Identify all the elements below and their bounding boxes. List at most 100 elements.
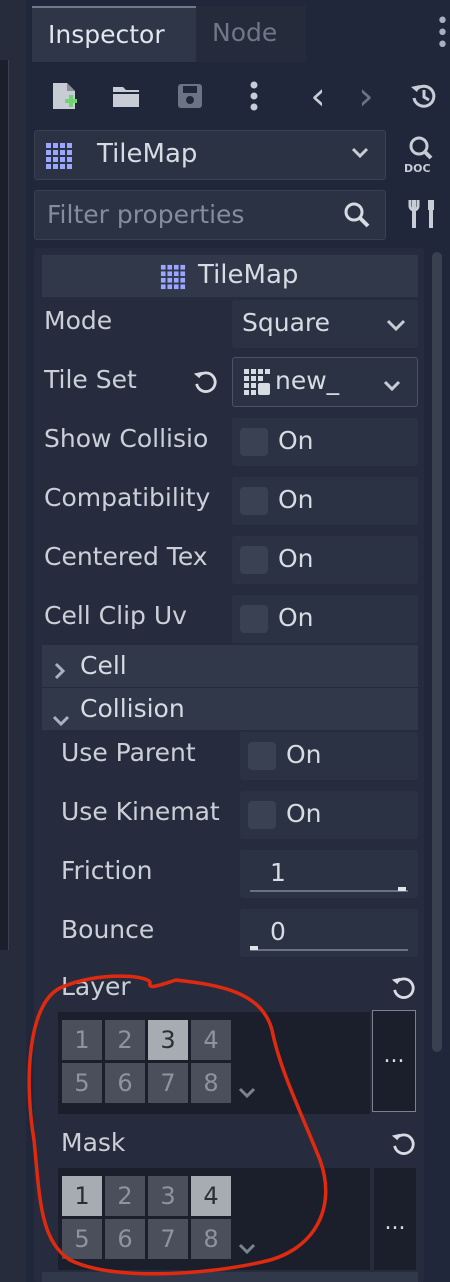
left-dock-strip	[0, 0, 26, 1282]
slider-grabber	[398, 887, 406, 891]
bounce-value: 0	[270, 917, 286, 946]
layer-bit-5[interactable]: 5	[62, 1063, 102, 1103]
friction-slider[interactable]: 1	[240, 850, 418, 898]
layer-more-button[interactable]: ...	[372, 1010, 416, 1112]
centered-textures-checkbox[interactable]: On	[232, 536, 418, 584]
friction-value: 1	[270, 858, 286, 887]
checkbox-label: On	[286, 799, 322, 828]
mask-revert-icon[interactable]	[390, 1130, 418, 1162]
mode-value: Square	[242, 308, 331, 337]
checkbox-box	[240, 546, 268, 574]
save-icon[interactable]	[170, 72, 210, 120]
object-selector[interactable]: TileMap	[34, 130, 386, 180]
mask-bit-5[interactable]: 5	[62, 1219, 102, 1259]
slider-grabber	[250, 946, 258, 950]
filter-placeholder: Filter properties	[47, 200, 245, 229]
layer-bit-8[interactable]: 8	[191, 1063, 231, 1103]
cell-clip-uv-label: Cell Clip Uv	[44, 601, 187, 630]
use-kinematic-checkbox[interactable]: On	[240, 791, 418, 839]
show-collision-checkbox[interactable]: On	[232, 418, 418, 466]
bounce-slider[interactable]: 0	[240, 909, 418, 957]
section-collision-label: Collision	[80, 694, 185, 723]
tilemap-header-icon	[160, 264, 186, 296]
mask-expand-icon[interactable]	[238, 1240, 256, 1259]
history-icon[interactable]	[404, 72, 444, 120]
layer-bit-7[interactable]: 7	[148, 1063, 188, 1103]
chevron-right-icon	[54, 657, 66, 686]
layer-label: Layer	[61, 972, 131, 1001]
mask-bit-grid: 1 2 3 4 5 6 7 8	[60, 1174, 236, 1262]
checkbox-box	[240, 428, 268, 456]
checkbox-label: On	[278, 544, 314, 573]
history-back-icon[interactable]: ‹	[302, 72, 334, 120]
more-options-icon[interactable]	[238, 72, 270, 120]
layer-revert-icon[interactable]	[390, 974, 418, 1006]
doc-label: DOC	[404, 162, 431, 175]
mask-bit-7[interactable]: 7	[148, 1219, 188, 1259]
section-cell-label: Cell	[80, 651, 127, 680]
cell-clip-uv-checkbox[interactable]: On	[232, 595, 418, 643]
doc-help-icon[interactable]: DOC	[402, 134, 442, 178]
compatibility-label: Compatibility	[44, 483, 211, 512]
compatibility-checkbox[interactable]: On	[232, 477, 418, 525]
use-kinematic-label: Use Kinemat	[61, 797, 220, 826]
mode-dropdown[interactable]: Square	[232, 300, 418, 348]
layer-bit-6[interactable]: 6	[105, 1063, 145, 1103]
mode-label: Mode	[44, 306, 113, 335]
chevron-down-icon	[383, 377, 401, 396]
tilemap-header-title: TileMap	[198, 260, 299, 290]
history-forward-icon[interactable]: ›	[350, 72, 382, 120]
use-parent-checkbox[interactable]: On	[240, 732, 418, 780]
tilemap-header: TileMap	[42, 255, 418, 297]
checkbox-label: On	[286, 740, 322, 769]
object-selector-value: TileMap	[97, 139, 198, 169]
mask-more-button[interactable]: ...	[374, 1168, 416, 1270]
section-cell[interactable]: Cell	[42, 645, 418, 687]
property-list-scrollbar[interactable]	[432, 252, 442, 1052]
object-properties-tools-icon[interactable]	[406, 196, 438, 236]
mask-bit-1[interactable]: 1	[62, 1176, 102, 1216]
chevron-down-icon	[52, 704, 70, 733]
tile-set-resource-picker[interactable]: new_	[232, 357, 418, 407]
filter-properties-input[interactable]: Filter properties	[34, 190, 386, 240]
mask-bit-2[interactable]: 2	[105, 1176, 145, 1216]
tab-node[interactable]: Node	[196, 6, 306, 62]
mask-bit-6[interactable]: 6	[105, 1219, 145, 1259]
slider-track	[250, 949, 408, 951]
open-folder-icon[interactable]	[104, 72, 148, 120]
mask-label: Mask	[61, 1128, 126, 1157]
layer-bit-4[interactable]: 4	[191, 1020, 231, 1060]
mask-bit-3[interactable]: 3	[148, 1176, 188, 1216]
next-section-header[interactable]	[42, 1272, 418, 1282]
layer-expand-icon[interactable]	[238, 1084, 256, 1103]
tab-inspector[interactable]: Inspector	[32, 6, 196, 62]
layer-bit-2[interactable]: 2	[105, 1020, 145, 1060]
checkbox-box	[240, 605, 268, 633]
checkbox-box	[248, 801, 276, 829]
mask-bit-4[interactable]: 4	[191, 1176, 231, 1216]
tilemap-icon	[45, 142, 73, 170]
checkbox-box	[240, 487, 268, 515]
tab-menu-icon[interactable]: • • •	[436, 11, 450, 57]
show-collision-label: Show Collisio	[44, 424, 209, 453]
tile-set-value: new_	[275, 366, 340, 395]
chevron-down-icon	[351, 145, 369, 164]
chevron-down-icon	[386, 317, 406, 336]
section-collision[interactable]: Collision	[42, 688, 418, 730]
friction-label: Friction	[61, 856, 153, 885]
use-parent-label: Use Parent	[61, 738, 196, 767]
checkbox-label: On	[278, 426, 314, 455]
layer-bit-1[interactable]: 1	[62, 1020, 102, 1060]
tileset-icon	[243, 368, 271, 400]
layer-bit-grid: 1 2 3 4 5 6 7 8	[60, 1018, 236, 1106]
checkbox-label: On	[278, 485, 314, 514]
new-resource-icon[interactable]	[44, 72, 84, 120]
search-icon	[343, 201, 371, 233]
checkbox-label: On	[278, 603, 314, 632]
tile-set-label: Tile Set	[44, 365, 137, 394]
bounce-label: Bounce	[61, 915, 155, 944]
layer-bit-3[interactable]: 3	[148, 1020, 188, 1060]
slider-track	[250, 890, 408, 892]
mask-bit-8[interactable]: 8	[191, 1219, 231, 1259]
revert-icon[interactable]	[192, 368, 220, 400]
